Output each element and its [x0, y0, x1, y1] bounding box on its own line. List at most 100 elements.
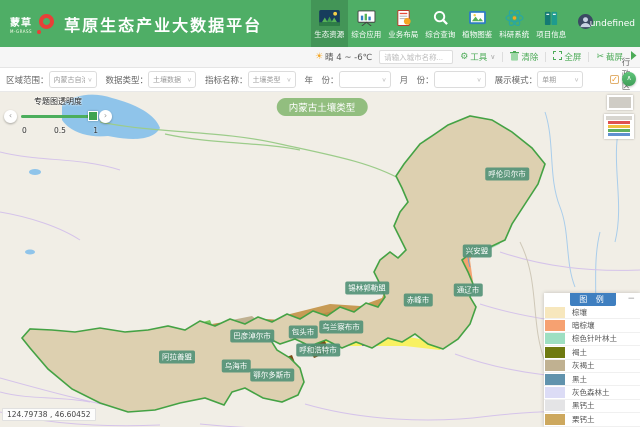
legend-item-label: 黑钙土 — [572, 400, 595, 411]
indicator-filter-label: 指标名称： — [205, 74, 248, 86]
basemap-switcher — [604, 95, 634, 139]
city-search-input[interactable] — [379, 50, 453, 64]
legend-swatch — [545, 320, 565, 331]
user-block[interactable]: undefined — [578, 14, 635, 33]
nav-tab-label: 项目信息 — [536, 29, 566, 40]
slider-tick: 1 — [93, 126, 98, 135]
nav-tab-7[interactable]: 项目信息 — [533, 0, 570, 47]
cursor-coordinates: 124.79738 , 46.60452 — [2, 408, 96, 421]
nav-tab-5[interactable]: 植物图鉴 — [459, 0, 496, 47]
legend-swatch — [545, 307, 565, 318]
books-icon — [541, 10, 562, 26]
legend-item-label: 灰褐土 — [572, 360, 595, 371]
year-select[interactable]: ∨ — [339, 71, 391, 88]
fullscreen-icon — [553, 51, 562, 63]
legend-item: 灰色森林土 — [544, 386, 640, 399]
tools-button[interactable]: ⚙ 工具 ∨ — [460, 51, 495, 63]
nav-tab-1[interactable]: 生态资源 — [311, 0, 348, 47]
slider-track[interactable] — [21, 115, 95, 118]
header: 蒙草 M-GRASS 草原生态产业大数据平台 生态资源综合应用业务布局综合查询植… — [0, 0, 640, 47]
legend-minimize-button[interactable]: − — [627, 293, 635, 305]
region-select[interactable]: 内蒙古自治区∨ — [49, 71, 97, 88]
opacity-slider-widget: 专题图透明度 ‹ › 0 0.5 1 — [4, 96, 112, 135]
display-mode-select[interactable]: 单期∨ — [537, 71, 583, 88]
nav-tab-4[interactable]: 综合查询 — [422, 0, 459, 47]
weather-text: 晴 4 ~ -6℃ — [325, 51, 372, 63]
nav-tab-label: 综合应用 — [351, 29, 381, 40]
legend-swatch — [545, 387, 565, 398]
chevron-down-icon: ∨ — [187, 76, 192, 82]
legend-item: 黑钙土 — [544, 400, 640, 413]
collapse-filters-button[interactable]: ∧ — [622, 72, 636, 86]
legend-swatch — [545, 414, 565, 425]
fullscreen-button[interactable]: 全屏 — [553, 51, 581, 63]
region-filter-label: 区域范围： — [6, 74, 49, 86]
chevron-down-icon: ∨ — [490, 53, 495, 61]
legend-item: 棕色针叶林土 — [544, 333, 640, 346]
legend-swatch — [545, 400, 565, 411]
legend-item: 棕壤 — [544, 306, 640, 319]
sub-toolbar: ☀ 晴 4 ~ -6℃ ⚙ 工具 ∨ 清除 全屏 ✂ 截屏 — [0, 47, 640, 68]
search-icon — [430, 10, 451, 26]
legend-item-label: 栗钙土 — [572, 414, 595, 425]
checkbox-icon: ✓ — [610, 75, 619, 84]
legend-item: 暗棕壤 — [544, 319, 640, 332]
map-container: 内蒙古土壤类型 专题图透明度 ‹ › 0 0.5 1 呼伦贝尔市兴安盟通辽市赤峰… — [0, 92, 640, 427]
data-type-select[interactable]: 土壤数据∨ — [148, 71, 196, 88]
map-title-badge: 内蒙古土壤类型 — [277, 98, 368, 116]
legend-panel: 图 例 − 棕壤暗棕壤棕色针叶林土褐土灰褐土黑土灰色森林土黑钙土栗钙土 — [544, 293, 640, 427]
slider-increase-button[interactable]: › — [99, 110, 112, 123]
legend-item-label: 黑土 — [572, 374, 587, 385]
chevron-down-icon: ∨ — [574, 76, 579, 82]
legend-item: 栗钙土 — [544, 413, 640, 426]
mode-filter-label: 展示模式： — [495, 74, 538, 86]
legend-item-label: 棕色针叶林土 — [572, 333, 617, 344]
nav-tab-label: 生态资源 — [314, 29, 344, 40]
legend-swatch — [545, 347, 565, 358]
slider-decrease-button[interactable]: ‹ — [4, 110, 17, 123]
month-select[interactable]: ∨ — [434, 71, 486, 88]
page-title: 草原生态产业大数据平台 — [64, 12, 262, 36]
logo: 蒙草 M-GRASS — [10, 13, 56, 34]
sun-icon: ☀ — [315, 52, 323, 62]
arrow-right-icon — [630, 51, 637, 63]
month-filter-label: 月 份： — [400, 74, 434, 86]
legend-item: 黑土 — [544, 373, 640, 386]
legend-swatch — [545, 374, 565, 385]
legend-swatch — [545, 333, 565, 344]
layer-thumbnail[interactable] — [604, 114, 634, 139]
brand-ring-icon — [36, 14, 56, 34]
opacity-slider-label: 专题图透明度 — [4, 96, 112, 107]
brand-subtitle: M-GRASS — [10, 30, 32, 34]
chevron-down-icon: ∨ — [476, 76, 481, 82]
brand-name: 蒙草 — [10, 18, 32, 29]
legend-item-label: 灰色森林土 — [572, 387, 610, 398]
chevron-down-icon: ∨ — [87, 76, 92, 82]
chevron-down-icon: ∨ — [286, 76, 291, 82]
nav-tab-label: 科研系统 — [499, 29, 529, 40]
clear-button[interactable]: 清除 — [510, 51, 538, 64]
legend-swatch — [545, 360, 565, 371]
legend-item-label: 棕壤 — [572, 307, 587, 318]
app-window: 蒙草 M-GRASS 草原生态产业大数据平台 生态资源综合应用业务布局综合查询植… — [0, 0, 640, 427]
nav-tab-3[interactable]: 业务布局 — [385, 0, 422, 47]
indicator-select[interactable]: 土壤类型∨ — [248, 71, 296, 88]
legend-item: 灰褐土 — [544, 360, 640, 373]
nav-tab-2[interactable]: 综合应用 — [348, 0, 385, 47]
atom-icon — [504, 10, 525, 26]
slider-handle[interactable] — [88, 111, 98, 121]
legend-item: 褐土 — [544, 346, 640, 359]
picture-icon — [467, 10, 488, 26]
data-type-filter-label: 数据类型： — [106, 74, 149, 86]
slider-tick: 0 — [22, 126, 27, 135]
panel-expand-button[interactable] — [630, 51, 637, 63]
weather-status: ☀ 晴 4 ~ -6℃ — [315, 51, 372, 63]
basemap-thumbnail[interactable] — [607, 95, 633, 110]
year-filter-label: 年 份： — [305, 74, 339, 86]
filter-bar: 区域范围： 内蒙古自治区∨ 数据类型： 土壤数据∨ 指标名称： 土壤类型∨ 年 … — [0, 68, 640, 92]
slider-tick: 0.5 — [54, 126, 66, 135]
user-name: undefined — [590, 19, 635, 29]
document-icon — [393, 10, 414, 26]
nav-tab-6[interactable]: 科研系统 — [496, 0, 533, 47]
nav-tab-label: 综合查询 — [425, 29, 455, 40]
